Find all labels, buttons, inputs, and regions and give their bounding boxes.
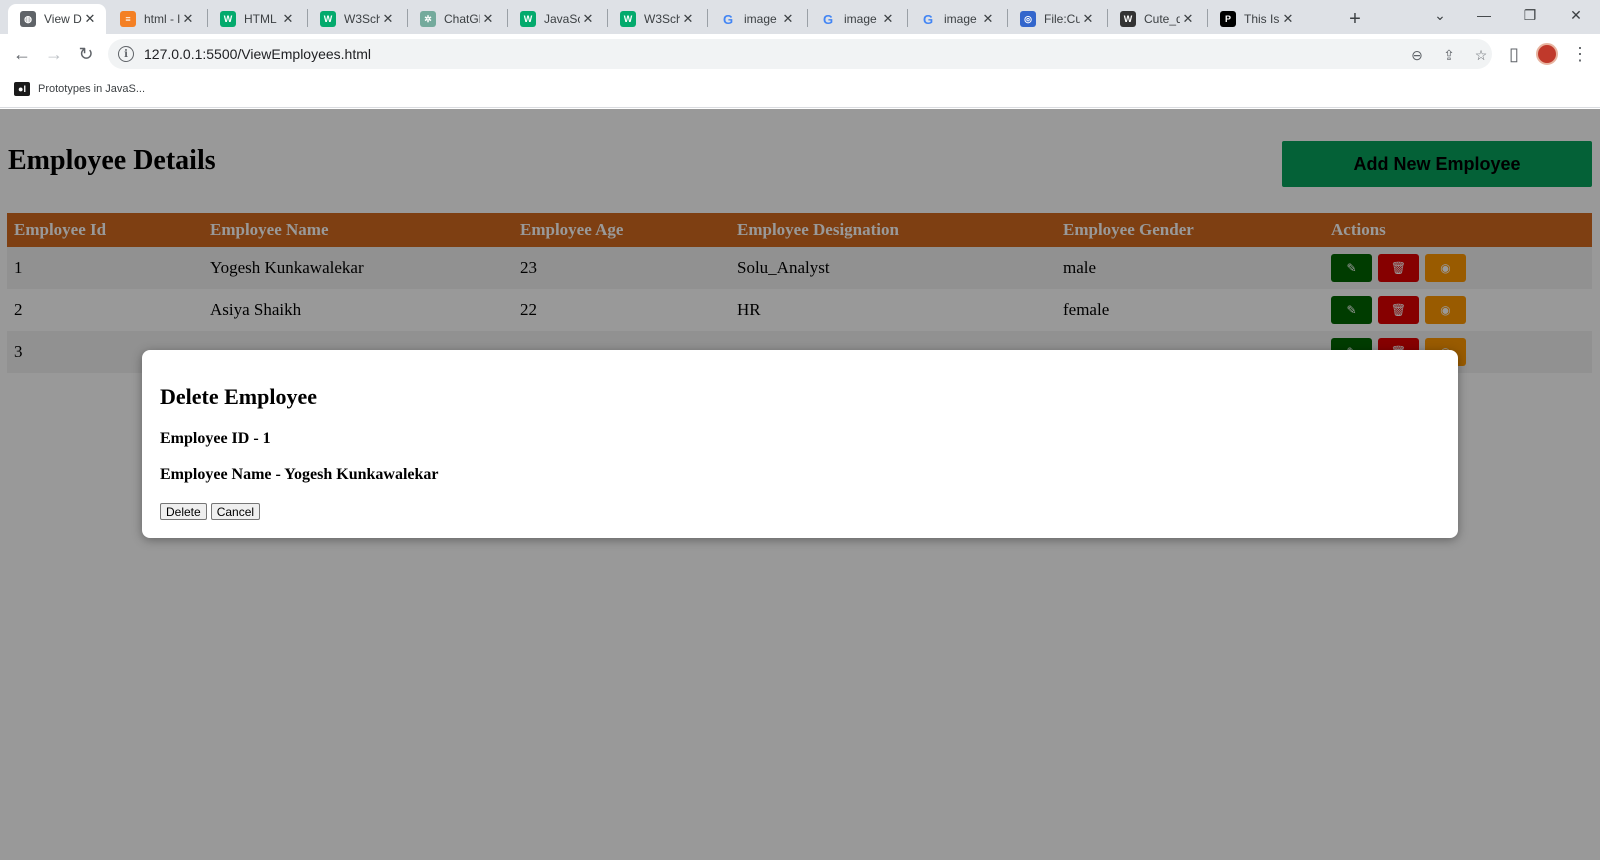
modal-employee-name: Employee Name - Yogesh Kunkawalekar xyxy=(160,466,439,483)
back-icon[interactable]: ← xyxy=(8,40,36,68)
modal-title: Delete Employee xyxy=(160,384,317,409)
modal-buttons: Delete Cancel xyxy=(160,503,261,520)
google-icon: G xyxy=(922,11,934,27)
tab-title: image xyxy=(744,12,777,26)
cancel-button[interactable]: Cancel xyxy=(210,503,261,520)
w3schools-icon: W xyxy=(320,11,336,27)
tab-close-icon[interactable]: ✕ xyxy=(580,11,596,27)
tab-separator xyxy=(907,9,908,27)
browser-toolbar: ← → ↻ i 127.0.0.1:5500/ViewEmployees.htm… xyxy=(0,34,1600,74)
window-close-icon[interactable]: ✕ xyxy=(1554,0,1598,30)
tab-close-icon[interactable]: ✕ xyxy=(82,11,98,27)
bookmark-star-icon[interactable]: ☆ xyxy=(1472,46,1490,64)
address-bar[interactable]: i 127.0.0.1:5500/ViewEmployees.html ⊖ ⇪ … xyxy=(108,39,1492,69)
tab-title: File:Cut xyxy=(1044,12,1080,26)
browser-tab[interactable]: W JavaScr✕ xyxy=(508,4,604,34)
profile-avatar[interactable] xyxy=(1536,43,1558,65)
browser-tab[interactable]: Gimage ✕ xyxy=(908,4,1004,34)
zoom-icon[interactable]: ⊖ xyxy=(1408,46,1426,64)
tab-title: image xyxy=(844,12,877,26)
tab-title: ChatGP xyxy=(444,12,480,26)
tab-close-icon[interactable]: ✕ xyxy=(180,11,196,27)
tab-close-icon[interactable]: ✕ xyxy=(480,11,496,27)
bookmark-item[interactable]: ●I Prototypes in JavaS... xyxy=(14,82,145,96)
tab-separator xyxy=(507,9,508,27)
browser-tab[interactable]: W W3Sch ✕ xyxy=(308,4,404,34)
wikipedia-icon: W xyxy=(1120,11,1136,27)
tab-close-icon[interactable]: ✕ xyxy=(880,11,896,27)
tab-title: html - l xyxy=(144,12,180,26)
tab-separator xyxy=(1207,9,1208,27)
new-tab-button[interactable]: + xyxy=(1342,6,1368,32)
url-text[interactable]: 127.0.0.1:5500/ViewEmployees.html xyxy=(144,46,371,62)
tab-separator xyxy=(807,9,808,27)
tab-title: HTML i xyxy=(244,12,280,26)
browser-tab[interactable]: ✲ ChatGP✕ xyxy=(408,4,504,34)
restore-icon[interactable]: ❐ xyxy=(1508,0,1552,30)
bookmark-favicon-icon: ●I xyxy=(14,82,30,96)
share-icon[interactable]: ⇪ xyxy=(1440,46,1458,64)
delete-employee-modal: Delete Employee Employee ID - 1 Employee… xyxy=(142,350,1458,538)
tab-close-icon[interactable]: ✕ xyxy=(1280,11,1296,27)
stackoverflow-icon: ≡ xyxy=(120,11,136,27)
bookmark-label[interactable]: Prototypes in JavaS... xyxy=(38,83,145,95)
tab-separator xyxy=(1007,9,1008,27)
browser-tab[interactable]: Gimage ✕ xyxy=(708,4,804,34)
delete-confirm-button[interactable]: Delete xyxy=(160,503,207,520)
browser-tab[interactable]: W W3Sch ✕ xyxy=(608,4,704,34)
w3schools-icon: W xyxy=(520,11,536,27)
reload-icon[interactable]: ↻ xyxy=(72,40,100,68)
w3schools-icon: W xyxy=(220,11,236,27)
tab-title: View D xyxy=(44,12,82,26)
tab-search-icon[interactable]: ⌄ xyxy=(1418,0,1462,30)
tab-separator xyxy=(307,9,308,27)
wikimedia-icon: ◎ xyxy=(1020,11,1036,27)
tab-separator xyxy=(1107,9,1108,27)
tab-separator xyxy=(207,9,208,27)
tab-close-icon[interactable]: ✕ xyxy=(1080,11,1096,27)
prototype-icon: P xyxy=(1220,11,1236,27)
browser-tab[interactable]: Gimage ✕ xyxy=(808,4,904,34)
tab-separator xyxy=(607,9,608,27)
tab-title: W3Sch xyxy=(644,12,680,26)
browser-tab[interactable]: P This Is ✕ xyxy=(1208,4,1304,34)
tab-separator xyxy=(707,9,708,27)
tab-separator xyxy=(407,9,408,27)
tab-close-icon[interactable]: ✕ xyxy=(1180,11,1196,27)
tab-close-icon[interactable]: ✕ xyxy=(780,11,796,27)
tab-close-icon[interactable]: ✕ xyxy=(980,11,996,27)
modal-employee-id: Employee ID - 1 xyxy=(160,430,271,447)
bookmarks-bar: ●I Prototypes in JavaS... xyxy=(0,74,1600,108)
tab-strip: ◍View D✕≡html - l✕WHTML i✕WW3Sch✕✲ChatGP… xyxy=(0,0,1600,34)
menu-icon[interactable]: ⋮ xyxy=(1566,40,1594,68)
site-info-icon[interactable]: i xyxy=(118,46,134,62)
side-panel-icon[interactable]: ▯ xyxy=(1500,40,1528,68)
browser-tab[interactable]: ◍ View D ✕ xyxy=(8,4,106,34)
browser-tab[interactable]: ≡ html - l ✕ xyxy=(108,4,204,34)
tab-title: This Is xyxy=(1244,12,1280,26)
tab-close-icon[interactable]: ✕ xyxy=(380,11,396,27)
chatgpt-icon: ✲ xyxy=(420,11,436,27)
browser-tab[interactable]: W HTML i ✕ xyxy=(208,4,304,34)
tab-close-icon[interactable]: ✕ xyxy=(280,11,296,27)
browser-tab[interactable]: W Cute_d ✕ xyxy=(1108,4,1204,34)
forward-icon[interactable]: → xyxy=(40,40,68,68)
minimize-icon[interactable]: — xyxy=(1462,0,1506,30)
tab-title: image xyxy=(944,12,977,26)
google-icon: G xyxy=(822,11,834,27)
globe-icon: ◍ xyxy=(20,11,36,27)
w3schools-icon: W xyxy=(620,11,636,27)
tab-title: Cute_d xyxy=(1144,12,1180,26)
google-icon: G xyxy=(722,11,734,27)
browser-tab[interactable]: ◎ File:Cut✕ xyxy=(1008,4,1104,34)
tab-title: JavaScr xyxy=(544,12,580,26)
tab-title: W3Sch xyxy=(344,12,380,26)
tab-close-icon[interactable]: ✕ xyxy=(680,11,696,27)
